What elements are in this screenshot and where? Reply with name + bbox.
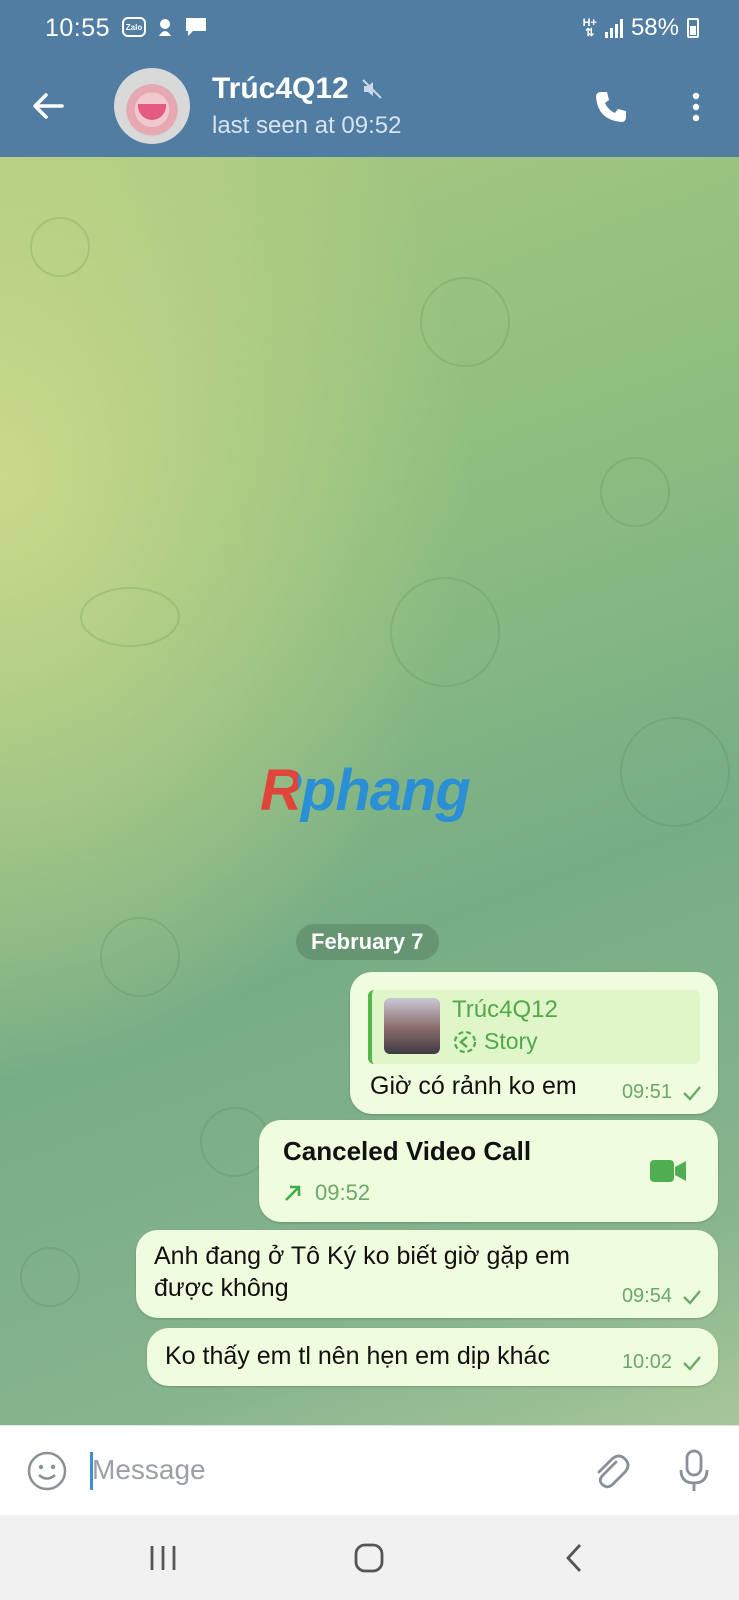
notification-icons: Zalo (122, 16, 208, 38)
message-text: Ko thấy em tl nên hẹn em dịp khác (165, 1342, 550, 1370)
message-time: 10:02 (621, 1351, 672, 1373)
message-meta: 09:51 (622, 1081, 702, 1104)
zalo-icon: Zalo (122, 17, 146, 37)
outgoing-arrow-icon (285, 1185, 301, 1201)
status-right: H+ ⇅ 58% (583, 14, 699, 42)
video-call-icon[interactable] (649, 1158, 687, 1184)
call-info: 09:52 (283, 1180, 370, 1206)
reply-subtitle: Story (452, 1028, 538, 1055)
call-bubble[interactable]: Canceled Video Call 09:52 (259, 1120, 718, 1222)
sent-check-icon (683, 1085, 701, 1101)
paperclip-icon[interactable] (590, 1450, 630, 1494)
back-arrow-icon[interactable] (28, 86, 68, 126)
call-title: Canceled Video Call (283, 1136, 532, 1166)
muted-icon (362, 79, 382, 99)
message-meta: 10:02 (622, 1351, 702, 1374)
contact-name: Trúc4Q12 (212, 72, 349, 105)
doodle (390, 577, 500, 687)
reply-label: Story (484, 1028, 538, 1054)
chat-icon (186, 18, 206, 36)
doodle (600, 457, 670, 527)
message-bubble[interactable]: Ko thấy em tl nên hẹn em dịp khác 10:02 (147, 1328, 718, 1386)
doodle (20, 1247, 80, 1307)
battery-percent: 58% (630, 14, 679, 41)
recent-apps-icon[interactable] (146, 1541, 180, 1575)
message-bubble[interactable]: Anh đang ở Tô Ký ko biết giờ gặp em được… (136, 1230, 718, 1318)
story-thumbnail (384, 998, 440, 1054)
chat-area[interactable]: Rphang February 7 Trúc4Q12 Story Giờ có … (0, 157, 739, 1425)
date-separator: February 7 (296, 924, 439, 960)
emoji-icon[interactable] (26, 1450, 68, 1492)
story-reply-preview[interactable]: Trúc4Q12 Story (368, 990, 700, 1064)
system-navigation-bar (0, 1515, 739, 1600)
status-time: 10:55 (45, 14, 111, 42)
call-time: 09:52 (315, 1180, 371, 1205)
signal-icon (604, 18, 623, 38)
contact-avatar[interactable] (114, 68, 190, 144)
story-icon (453, 1030, 477, 1053)
chat-header: 10:55 Zalo H+ ⇅ 58% Trúc4Q12 last seen a… (0, 0, 739, 157)
message-composer: Message (0, 1425, 739, 1515)
last-seen: last seen at 09:52 (212, 112, 402, 139)
contact-title[interactable]: Trúc4Q12 (212, 72, 383, 106)
messenger-bubble-icon (159, 19, 171, 36)
message-input[interactable]: Message (92, 1454, 206, 1486)
message-meta: 09:54 (622, 1285, 702, 1308)
more-vert-icon[interactable] (684, 88, 708, 126)
doodle (620, 717, 730, 827)
home-icon[interactable] (352, 1541, 386, 1575)
doodle (420, 277, 510, 367)
doodle (80, 587, 180, 647)
watermark-logo: Rphang (260, 758, 471, 823)
sent-check-icon (683, 1289, 701, 1305)
message-bubble[interactable]: Trúc4Q12 Story Giờ có rảnh ko em 09:51 (350, 972, 718, 1114)
message-text: Anh đang ở Tô Ký ko biết giờ gặp em được… (154, 1242, 570, 1302)
reply-author: Trúc4Q12 (452, 996, 558, 1023)
message-time: 09:51 (621, 1081, 672, 1103)
message-time: 09:54 (621, 1285, 672, 1307)
battery-icon (687, 18, 699, 38)
doodle (30, 217, 90, 277)
back-icon[interactable] (558, 1541, 592, 1575)
network-type: H+ ⇅ (582, 17, 597, 39)
microphone-icon[interactable] (676, 1448, 712, 1494)
message-text: Giờ có rảnh ko em (370, 1072, 577, 1100)
status-bar: 10:55 Zalo H+ ⇅ 58% (0, 0, 739, 58)
sent-check-icon (683, 1355, 701, 1371)
doodle (100, 917, 180, 997)
phone-icon[interactable] (592, 88, 630, 126)
